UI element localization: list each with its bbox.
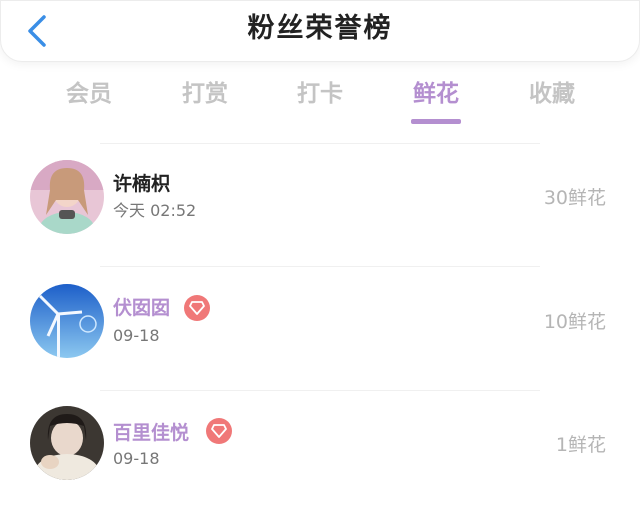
user-name: 伏囡囡 [113,297,171,319]
flower-count: 30鲜花 [543,187,606,209]
divider [100,390,540,391]
avatar[interactable] [30,284,104,358]
timestamp: 09-18 [113,449,160,468]
timestamp: 今天 02:52 [113,201,197,220]
flower-count: 10鲜花 [543,311,606,333]
timestamp: 09-18 [113,326,160,345]
user-name: 百里佳悦 [113,422,190,444]
active-tab-indicator [411,119,461,124]
user-name: 许楠枳 [113,173,171,195]
flower-count: 1鲜花 [555,434,606,456]
diamond-icon [184,295,210,321]
tab-tips[interactable]: 打赏 [155,66,255,126]
tab-bar: 会员 打赏 打卡 鲜花 收藏 [0,66,640,128]
avatar[interactable] [30,160,104,234]
tab-flowers[interactable]: 鲜花 [386,66,486,126]
tab-membership[interactable]: 会员 [39,66,139,126]
tab-checkin[interactable]: 打卡 [270,66,370,126]
top-bar: 粉丝荣誉榜 [0,0,640,62]
diamond-icon [206,418,232,444]
avatar[interactable] [30,406,104,480]
divider [100,266,540,267]
divider [100,143,540,144]
list-item[interactable]: 伏囡囡 09-18 10鲜花 [0,268,640,378]
list-item[interactable]: 百里佳悦 09-18 1鲜花 [0,392,640,502]
tab-favorites[interactable]: 收藏 [502,66,602,126]
page-title: 粉丝荣誉榜 [247,13,393,44]
list-item[interactable]: 许楠枳 今天 02:52 30鲜花 [0,145,640,255]
